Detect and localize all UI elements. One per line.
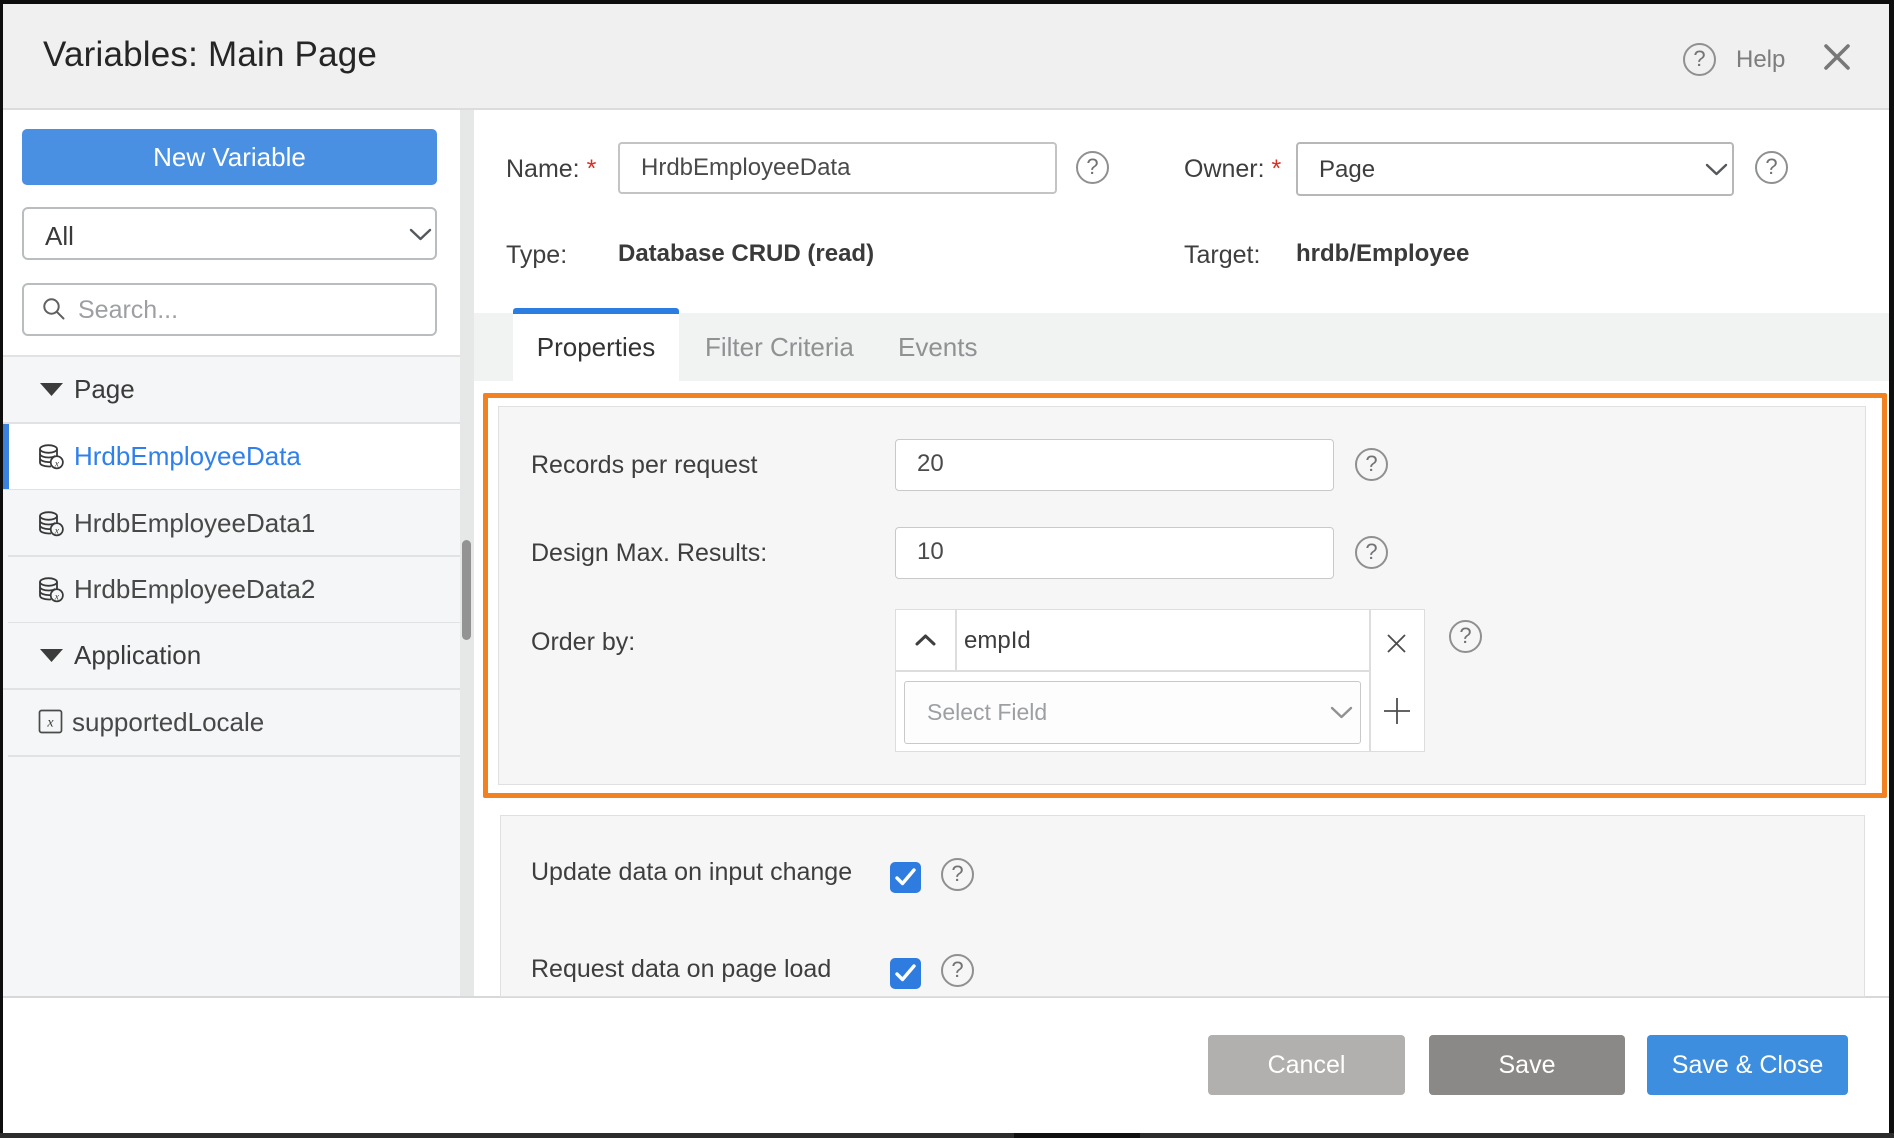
svg-text:x: x [46, 716, 54, 731]
svg-text:x: x [54, 459, 60, 469]
svg-text:x: x [54, 526, 60, 536]
svg-text:x: x [54, 592, 60, 602]
